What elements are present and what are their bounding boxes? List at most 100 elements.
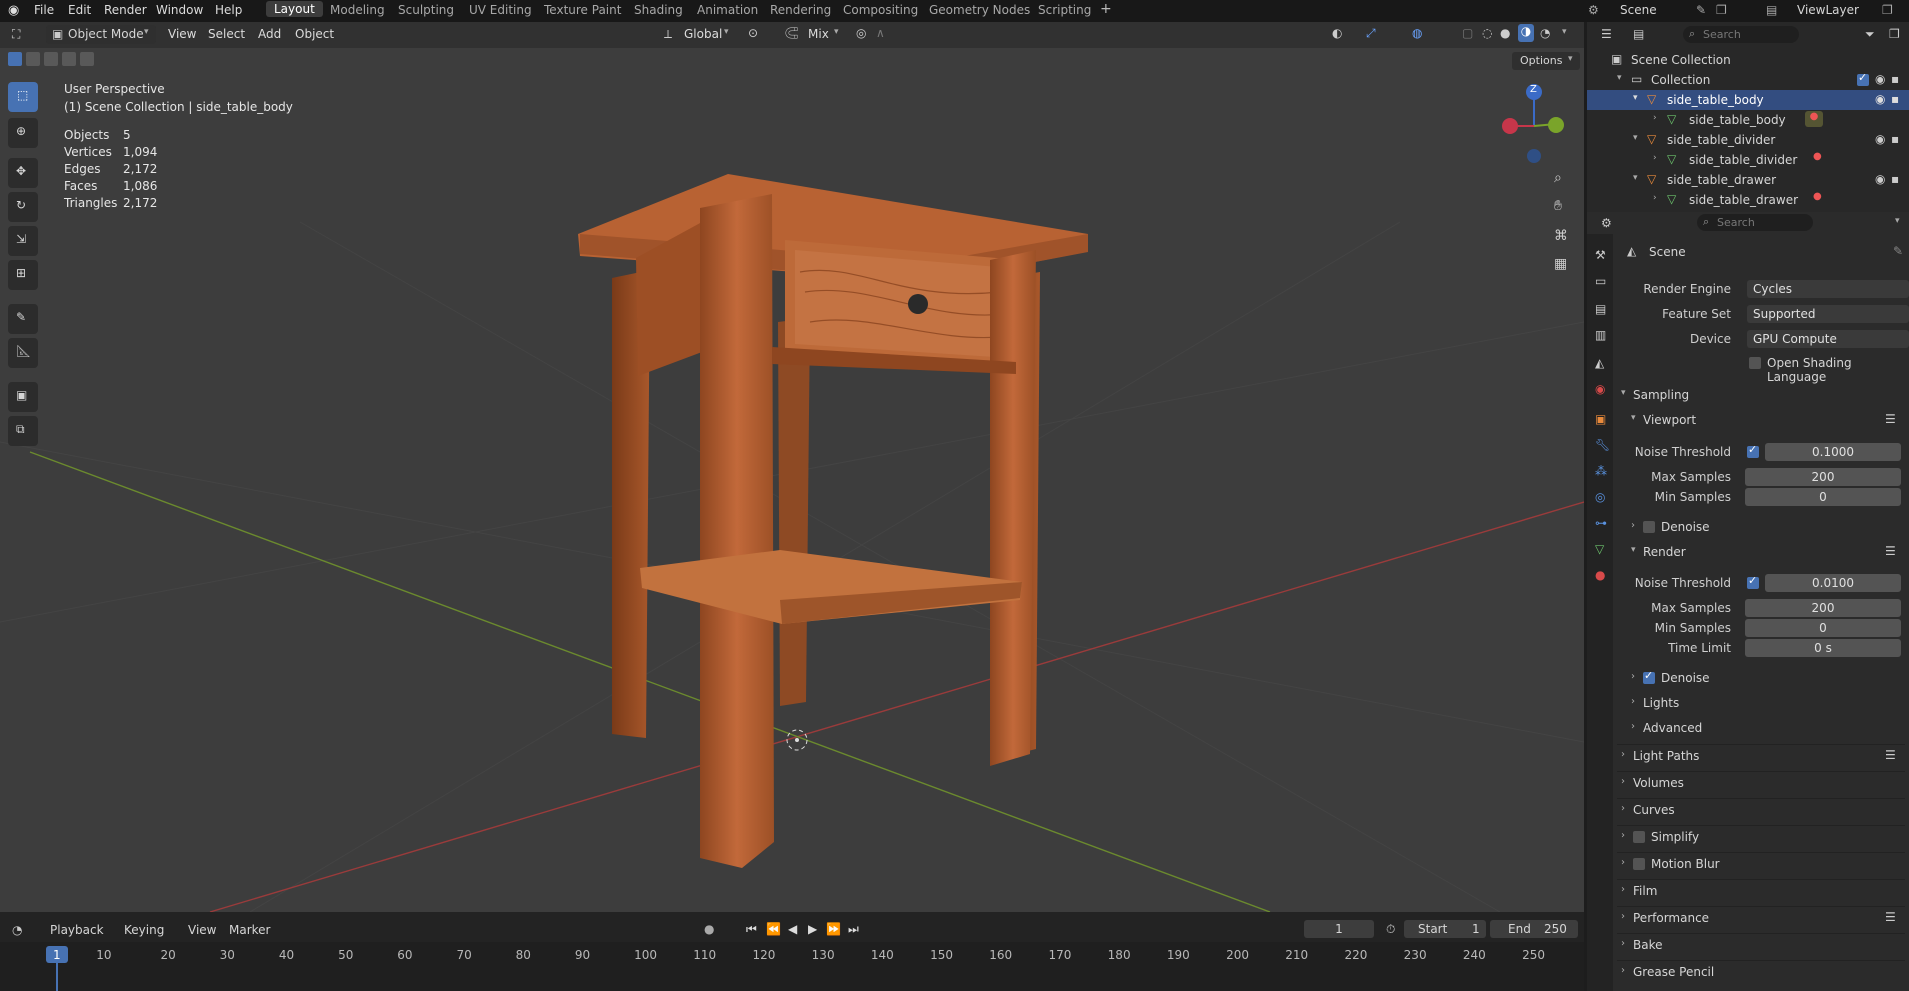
options-dropdown[interactable]: Options ▾ <box>1512 52 1580 70</box>
outliner-row-object[interactable]: ▾ ▽ side_table_drawer ◉ ▪ <box>1587 170 1909 190</box>
timeline-editor-icon[interactable]: ◔ <box>12 923 22 937</box>
pin-icon[interactable]: ✎ <box>1893 244 1903 258</box>
prev-keyframe-icon[interactable]: ⏪ <box>766 922 781 936</box>
particles-tab-icon[interactable]: ⁂ <box>1595 464 1607 478</box>
timeline-editor[interactable]: ◔ Playback Keying View Marker ● ⏮ ⏪ ◀ ▶ … <box>0 912 1584 991</box>
r-denoise-subpanel-header[interactable]: › Denoise <box>1627 667 1905 691</box>
noise-threshold-checkbox[interactable] <box>1747 574 1759 589</box>
blender-logo-icon[interactable]: ◉ <box>8 3 19 18</box>
menu-view[interactable]: View <box>188 923 216 937</box>
transform-orientation[interactable]: Global <box>684 27 722 41</box>
menu-object[interactable]: Object <box>295 27 334 41</box>
shading-solid-icon[interactable]: ● <box>1500 26 1510 40</box>
chevron-down-icon[interactable]: ▾ <box>1633 133 1638 143</box>
viewport-subpanel-header[interactable]: ▾ Viewport ☰ <box>1627 409 1905 433</box>
cursor-tool[interactable]: ⊕ <box>8 118 38 148</box>
eye-icon[interactable]: ◉ <box>1875 132 1885 146</box>
add-workspace-icon[interactable]: + <box>1100 1 1112 17</box>
camera-icon[interactable]: ▪ <box>1891 132 1899 146</box>
presets-list-icon[interactable]: ☰ <box>1885 544 1896 558</box>
vp-min-samples-field[interactable]: 0 <box>1745 488 1901 506</box>
chevron-down-icon[interactable]: ▾ <box>1617 73 1622 83</box>
menu-keying[interactable]: Keying <box>124 923 164 937</box>
tab-compositing[interactable]: Compositing <box>843 3 918 17</box>
device-dropdown[interactable]: GPU Compute <box>1747 330 1909 348</box>
tab-geometry-nodes[interactable]: Geometry Nodes <box>929 3 1030 17</box>
collection-include-checkbox[interactable] <box>1857 71 1869 86</box>
pin-icon[interactable]: ✎ <box>1696 3 1706 17</box>
menu-marker[interactable]: Marker <box>229 923 270 937</box>
jump-end-icon[interactable]: ⏭ <box>848 922 859 937</box>
material-tab-icon[interactable]: ● <box>1595 568 1605 582</box>
vp-max-samples-field[interactable]: 200 <box>1745 468 1901 486</box>
scene-selector-icon[interactable]: ⚙ <box>1588 3 1599 17</box>
select-extend-icon[interactable] <box>26 52 40 66</box>
vp-noise-threshold-field[interactable]: 0.1000 <box>1765 443 1901 461</box>
display-mode-icon[interactable]: ▤ <box>1633 27 1644 41</box>
play-icon[interactable]: ▶ <box>808 922 817 936</box>
volumes-panel-header[interactable]: › Volumes <box>1617 771 1905 796</box>
r-max-samples-field[interactable]: 200 <box>1745 599 1901 617</box>
select-new-icon[interactable] <box>8 52 22 66</box>
presets-list-icon[interactable]: ☰ <box>1885 412 1896 426</box>
properties-search-input[interactable]: ⌕ Search <box>1697 214 1813 231</box>
simplify-panel-header[interactable]: › Simplify <box>1617 825 1905 850</box>
tab-layout[interactable]: Layout <box>266 1 323 17</box>
outliner-row-mesh[interactable]: › ▽ side_table_body ● <box>1587 110 1909 130</box>
material-icon[interactable]: ● <box>1805 111 1823 127</box>
outliner-search-input[interactable]: ⌕ Search <box>1683 26 1799 43</box>
transform-tool[interactable]: ⊞ <box>8 260 38 290</box>
render-tab-icon[interactable]: ▭ <box>1595 274 1606 288</box>
menu-edit[interactable]: Edit <box>68 3 91 17</box>
tool-tab-icon[interactable]: ⚒ <box>1595 248 1606 262</box>
chevron-right-icon[interactable]: › <box>1653 113 1657 123</box>
advanced-subpanel-header[interactable]: › Advanced <box>1627 717 1905 741</box>
camera-icon[interactable]: ▪ <box>1891 92 1899 106</box>
outliner-editor-icon[interactable]: ☰ <box>1601 27 1612 41</box>
motion-blur-checkbox[interactable] <box>1633 858 1645 870</box>
vp-denoise-subpanel-header[interactable]: › Denoise <box>1627 516 1905 540</box>
r-time-limit-field[interactable]: 0 s <box>1745 639 1901 657</box>
properties-panel[interactable]: ⚙ ⌕ Search ▾ ⚒ ▭ ▤ ▥ ◭ ◉ ▣ 🔧︎ ⁂ ◎ ⊶ ▽ ● … <box>1587 212 1909 991</box>
auto-keying-icon[interactable]: ● <box>704 922 714 936</box>
tab-rendering[interactable]: Rendering <box>770 3 831 17</box>
tab-texture-paint[interactable]: Texture Paint <box>544 3 621 17</box>
outliner-row-mesh[interactable]: › ▽ side_table_divider ● <box>1587 150 1909 170</box>
xray-icon[interactable]: ▢ <box>1462 26 1473 40</box>
properties-editor-icon[interactable]: ⚙ <box>1601 216 1612 230</box>
motion-blur-panel-header[interactable]: › Motion Blur <box>1617 852 1905 877</box>
presets-list-icon[interactable]: ☰ <box>1885 910 1896 924</box>
grease-pencil-panel-header[interactable]: › Grease Pencil <box>1617 960 1905 985</box>
camera-icon[interactable]: ▪ <box>1891 72 1899 86</box>
chevron-right-icon[interactable]: › <box>1653 193 1657 203</box>
zoom-icon[interactable]: ⌕ <box>1554 170 1562 186</box>
chevron-down-icon[interactable]: ▾ <box>1633 93 1638 103</box>
pivot-point-icon[interactable]: ⊙ <box>748 26 758 40</box>
view-layer-name[interactable]: ViewLayer <box>1797 3 1859 17</box>
select-invert-icon[interactable] <box>62 52 76 66</box>
menu-window[interactable]: Window <box>156 3 203 17</box>
outliner-row-object[interactable]: ▾ ▽ side_table_divider ◉ ▪ <box>1587 130 1909 150</box>
render-engine-dropdown[interactable]: Cycles <box>1747 280 1909 298</box>
menu-playback[interactable]: Playback <box>50 923 104 937</box>
rotate-tool[interactable]: ↻ <box>8 192 38 222</box>
start-frame-field[interactable]: Start 1 <box>1404 920 1486 938</box>
overlay-toggle-icon[interactable]: ◍ <box>1412 26 1422 40</box>
constraints-tab-icon[interactable]: ⊶ <box>1595 516 1607 530</box>
r-min-samples-field[interactable]: 0 <box>1745 619 1901 637</box>
falloff-icon[interactable]: ∧ <box>876 26 885 40</box>
outliner-panel[interactable]: ☰ ▤ ⌕ Search ⏷ ❐ ▣ Scene Collection ▾ ▭ … <box>1587 22 1909 212</box>
light-paths-panel-header[interactable]: › Light Paths ☰ <box>1617 744 1905 769</box>
eye-icon[interactable]: ◉ <box>1875 172 1885 186</box>
chevron-right-icon[interactable]: › <box>1653 153 1657 163</box>
object-mode-dropdown[interactable]: ▣ Object Mode ▾ <box>46 25 156 44</box>
menu-select[interactable]: Select <box>208 27 245 41</box>
camera-view-icon[interactable]: ⌘ <box>1554 228 1568 244</box>
measure-tool[interactable]: 📐︎ <box>8 338 38 368</box>
perspective-toggle-icon[interactable]: ▦ <box>1554 256 1567 272</box>
snap-icon[interactable]: 🧲︎ <box>784 26 799 40</box>
material-icon[interactable]: ● <box>1813 191 1822 202</box>
new-view-layer-icon[interactable]: ❐ <box>1882 3 1893 17</box>
vp-denoise-checkbox[interactable] <box>1643 521 1655 533</box>
scene-name[interactable]: Scene <box>1620 3 1657 17</box>
